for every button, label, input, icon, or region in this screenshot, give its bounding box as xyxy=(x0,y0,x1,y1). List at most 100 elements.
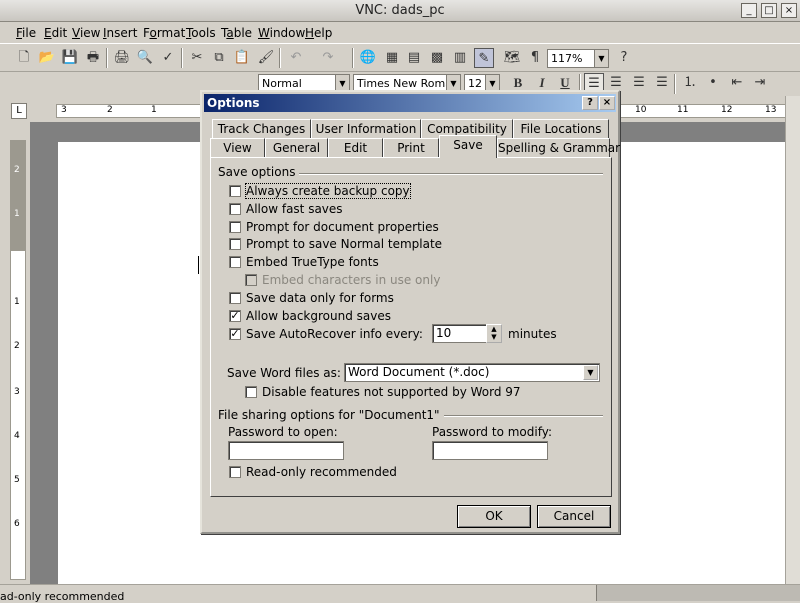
tab-general[interactable]: General xyxy=(265,138,328,158)
new-icon[interactable]: 🗋 xyxy=(14,48,34,68)
checkbox-box[interactable]: ✓ xyxy=(229,310,241,322)
checkbox-label: Allow background saves xyxy=(246,309,391,323)
tab-file-locations[interactable]: File Locations xyxy=(513,119,609,139)
ruler-tick-label: 1 xyxy=(14,209,20,219)
close-window-button[interactable]: × xyxy=(781,3,797,18)
hyperlink-icon[interactable]: 🌐 xyxy=(358,48,378,68)
document-map-icon[interactable]: 🗺 xyxy=(502,48,522,68)
ruler-tick-label: 1 xyxy=(151,105,157,115)
font-value: Times New Roman xyxy=(357,77,459,90)
checkbox-box[interactable] xyxy=(229,292,241,304)
minutes-spinner[interactable]: ▲ ▼ xyxy=(486,324,502,343)
help-icon[interactable]: ? xyxy=(614,48,634,68)
scroll-thumb[interactable] xyxy=(596,585,800,601)
vertical-ruler[interactable]: 2 1 1 2 3 4 5 6 xyxy=(10,140,26,580)
maximize-button[interactable]: □ xyxy=(761,3,777,18)
spin-down-icon[interactable]: ▼ xyxy=(487,333,501,341)
tab-selector-icon[interactable]: L xyxy=(11,103,27,119)
status-text: ad-only recommended xyxy=(0,590,125,603)
checkbox-label: Prompt to save Normal template xyxy=(246,237,443,251)
dialog-close-button[interactable]: × xyxy=(599,96,615,110)
columns-icon[interactable]: ▥ xyxy=(450,48,470,68)
copy-icon[interactable]: ⧉ xyxy=(209,48,229,68)
checkbox-box[interactable] xyxy=(229,466,241,478)
menu-format[interactable]: Format xyxy=(143,26,185,40)
checkbox-box[interactable] xyxy=(229,238,241,250)
tab-edit[interactable]: Edit xyxy=(328,138,383,158)
password-modify-input[interactable] xyxy=(432,441,548,460)
checkbox-label: Save AutoRecover info every: xyxy=(246,327,423,341)
chevron-down-icon[interactable]: ▼ xyxy=(583,365,598,380)
save-as-select[interactable]: Word Document (*.doc) ▼ xyxy=(344,363,600,382)
menu-edit[interactable]: Edit xyxy=(44,26,67,40)
numbering-icon[interactable]: ⒈ xyxy=(680,73,700,93)
text-caret xyxy=(198,256,199,274)
checkbox-box[interactable] xyxy=(229,185,241,197)
save-icon[interactable]: 💾 xyxy=(60,48,80,68)
ruler-tick-label: 2 xyxy=(14,165,20,175)
checkbox-label: Allow fast saves xyxy=(246,202,343,216)
cut-icon[interactable]: ✂ xyxy=(187,48,207,68)
print-icon[interactable]: 🖨 xyxy=(112,48,132,68)
justify-icon[interactable]: ☰ xyxy=(652,73,672,93)
print-preview-icon[interactable]: 🔍 xyxy=(135,48,155,68)
autorecover-minutes-input[interactable]: 10 xyxy=(432,324,488,343)
minimize-button[interactable]: _ xyxy=(741,3,757,18)
increase-indent-icon[interactable]: ⇥ xyxy=(750,73,770,93)
paste-icon[interactable]: 📋 xyxy=(232,48,252,68)
spelling-icon[interactable]: ✓ xyxy=(158,48,178,68)
ruler-tick-label: 1 xyxy=(14,297,20,307)
checkbox-label: Save data only for forms xyxy=(246,291,394,305)
zoom-value: 117% xyxy=(551,52,583,65)
menu-insert[interactable]: Insert xyxy=(103,26,137,40)
show-hide-icon[interactable]: ¶ xyxy=(525,48,545,68)
open-icon[interactable]: 📂 xyxy=(37,48,57,68)
insert-table-icon[interactable]: ▤ xyxy=(404,48,424,68)
menu-help[interactable]: Help xyxy=(305,26,332,40)
ruler-tick-label: 3 xyxy=(14,387,20,397)
checkbox-box[interactable] xyxy=(229,203,241,215)
ok-button[interactable]: OK xyxy=(457,505,531,528)
dialog-title: Options xyxy=(207,96,260,110)
file-sharing-label: File sharing options for "Document1" xyxy=(218,408,444,422)
menu-table[interactable]: Table xyxy=(221,26,252,40)
menu-window[interactable]: Window xyxy=(258,26,305,40)
cancel-button[interactable]: Cancel xyxy=(537,505,611,528)
align-right-icon[interactable]: ☰ xyxy=(629,73,649,93)
drawing-icon[interactable]: ✎ xyxy=(474,48,494,68)
size-value: 12 xyxy=(468,77,482,90)
spin-up-icon[interactable]: ▲ xyxy=(487,325,501,333)
checkbox-box[interactable] xyxy=(245,386,257,398)
format-painter-icon[interactable]: 🖌 xyxy=(256,48,276,68)
tab-save[interactable]: Save xyxy=(439,135,497,158)
menu-file[interactable]: File xyxy=(16,26,36,40)
vertical-scrollbar[interactable] xyxy=(785,96,800,584)
zoom-select[interactable]: 117% ▼ xyxy=(547,49,609,68)
bullets-icon[interactable]: • xyxy=(703,73,723,93)
checkbox-box[interactable]: ✓ xyxy=(229,328,241,340)
menu-tools[interactable]: Tools xyxy=(186,26,216,40)
ruler-tick-label: 3 xyxy=(61,105,67,115)
permission-icon[interactable]: 🖶 xyxy=(83,48,103,68)
undo-icon[interactable]: ↶ xyxy=(286,48,306,68)
checkbox-box[interactable] xyxy=(229,256,241,268)
tables-borders-icon[interactable]: ▦ xyxy=(382,48,402,68)
tab-spelling-grammar[interactable]: Spelling & Grammar xyxy=(497,138,620,158)
decrease-indent-icon[interactable]: ⇤ xyxy=(727,73,747,93)
tab-track-changes[interactable]: Track Changes xyxy=(212,119,311,139)
help-button[interactable]: ? xyxy=(582,96,598,110)
tab-print[interactable]: Print xyxy=(383,138,439,158)
window-title: VNC: dads_pc xyxy=(355,3,445,18)
chevron-down-icon[interactable]: ▼ xyxy=(594,50,608,67)
minutes-label: minutes xyxy=(508,327,557,341)
tab-user-information[interactable]: User Information xyxy=(311,119,421,139)
checkbox-box[interactable] xyxy=(229,221,241,233)
checkbox-label: Read-only recommended xyxy=(246,465,397,479)
ruler-tick-label: 10 xyxy=(635,105,647,115)
redo-icon[interactable]: ↷ xyxy=(318,48,338,68)
tab-view[interactable]: View xyxy=(210,138,265,158)
password-modify-label: Password to modify: xyxy=(432,425,552,439)
menu-view[interactable]: View xyxy=(72,26,100,40)
password-open-input[interactable] xyxy=(228,441,344,460)
insert-excel-icon[interactable]: ▩ xyxy=(427,48,447,68)
